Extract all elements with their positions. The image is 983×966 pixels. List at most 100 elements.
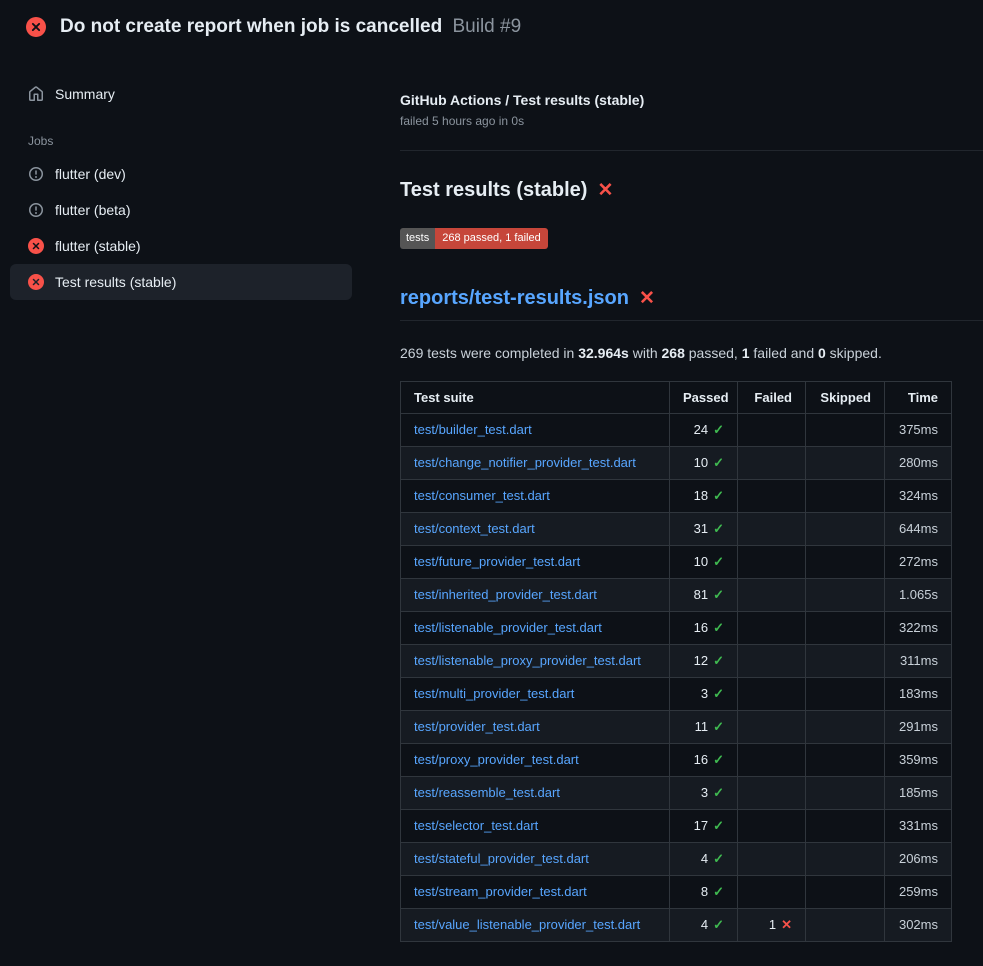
check-icon: ✓ bbox=[713, 521, 724, 536]
test-suite-link[interactable]: test/inherited_provider_test.dart bbox=[414, 587, 597, 602]
passed-cell: 18 ✓ bbox=[670, 479, 738, 512]
report-file-link[interactable]: reports/test-results.json bbox=[400, 287, 629, 310]
report-heading: reports/test-results.json ✕ bbox=[400, 287, 983, 321]
test-suite-cell: test/stream_provider_test.dart bbox=[401, 875, 670, 908]
test-suite-link[interactable]: test/provider_test.dart bbox=[414, 719, 540, 734]
skipped-cell bbox=[806, 875, 885, 908]
passed-count: 12 bbox=[694, 653, 708, 668]
passed-cell: 11✓ bbox=[670, 710, 738, 743]
passed-count: 10 bbox=[694, 455, 708, 470]
passed-count: 18 bbox=[694, 488, 708, 503]
check-icon: ✓ bbox=[713, 488, 724, 503]
test-suite-link[interactable]: test/stream_provider_test.dart bbox=[414, 884, 587, 899]
test-suite-link[interactable]: test/builder_test.dart bbox=[414, 422, 532, 437]
check-icon: ✓ bbox=[713, 686, 724, 701]
skipped-cell bbox=[806, 677, 885, 710]
test-suite-link[interactable]: test/reassemble_test.dart bbox=[414, 785, 560, 800]
test-suite-link[interactable]: test/change_notifier_provider_test.dart bbox=[414, 455, 636, 470]
build-number: Build #9 bbox=[452, 16, 521, 37]
passed-cell: 10 ✓ bbox=[670, 446, 738, 479]
passed-count: 3 bbox=[701, 785, 708, 800]
test-suite-link[interactable]: test/consumer_test.dart bbox=[414, 488, 550, 503]
results-table: Test suite Passed Failed Skipped Time te… bbox=[400, 381, 952, 942]
test-suite-cell: test/selector_test.dart bbox=[401, 809, 670, 842]
passed-count: 4 bbox=[701, 917, 708, 932]
passed-count: 24 bbox=[694, 422, 708, 437]
test-suite-link[interactable]: test/context_test.dart bbox=[414, 521, 535, 536]
time-cell: 259ms bbox=[885, 875, 952, 908]
sidebar-item-summary[interactable]: Summary bbox=[10, 76, 352, 112]
failed-cell bbox=[738, 611, 806, 644]
test-suite-link[interactable]: test/proxy_provider_test.dart bbox=[414, 752, 579, 767]
summary-skipped-count: 0 bbox=[818, 345, 826, 361]
time-cell: 375ms bbox=[885, 413, 952, 446]
check-icon: ✓ bbox=[713, 917, 724, 932]
test-suite-link[interactable]: test/multi_provider_test.dart bbox=[414, 686, 574, 701]
sidebar-job-item[interactable]: flutter (beta) bbox=[10, 192, 352, 228]
sidebar-job-item[interactable]: Test results (stable) bbox=[10, 264, 352, 300]
failed-cell bbox=[738, 710, 806, 743]
passed-cell: 17✓ bbox=[670, 809, 738, 842]
tests-summary-line: 269 tests were completed in 32.964s with… bbox=[400, 345, 983, 361]
table-row: test/reassemble_test.dart 3✓ 185ms bbox=[401, 776, 952, 809]
check-icon: ✓ bbox=[713, 455, 724, 470]
test-suite-cell: test/proxy_provider_test.dart bbox=[401, 743, 670, 776]
test-suite-link[interactable]: test/stateful_provider_test.dart bbox=[414, 851, 589, 866]
passed-cell: 12 ✓ bbox=[670, 644, 738, 677]
check-icon: ✓ bbox=[713, 422, 724, 437]
passed-cell: 24 ✓ bbox=[670, 413, 738, 446]
passed-count: 17 bbox=[694, 818, 708, 833]
divider bbox=[400, 150, 983, 151]
test-suite-cell: test/value_listenable_provider_test.dart bbox=[401, 908, 670, 941]
table-row: test/listenable_proxy_provider_test.dart… bbox=[401, 644, 952, 677]
time-cell: 291ms bbox=[885, 710, 952, 743]
sidebar-job-item[interactable]: flutter (dev) bbox=[10, 156, 352, 192]
failed-cell bbox=[738, 545, 806, 578]
failed-status-circle-icon bbox=[26, 17, 46, 37]
passed-cell: 4✓ bbox=[670, 908, 738, 941]
checks-page: Do not create report when job is cancell… bbox=[0, 0, 983, 966]
check-icon: ✓ bbox=[713, 653, 724, 668]
time-cell: 183ms bbox=[885, 677, 952, 710]
skipped-cell bbox=[806, 413, 885, 446]
failed-cell bbox=[738, 875, 806, 908]
passed-cell: 8✓ bbox=[670, 875, 738, 908]
test-suite-link[interactable]: test/listenable_proxy_provider_test.dart bbox=[414, 653, 641, 668]
col-header-passed: Passed bbox=[670, 381, 738, 413]
skipped-cell bbox=[806, 776, 885, 809]
test-suite-link[interactable]: test/future_provider_test.dart bbox=[414, 554, 580, 569]
test-suite-link[interactable]: test/listenable_provider_test.dart bbox=[414, 620, 602, 635]
test-suite-cell: test/multi_provider_test.dart bbox=[401, 677, 670, 710]
skipped-cell bbox=[806, 743, 885, 776]
passed-count: 4 bbox=[701, 851, 708, 866]
test-suite-link[interactable]: test/value_listenable_provider_test.dart bbox=[414, 917, 640, 932]
table-row: test/listenable_provider_test.dart 16✓ 3… bbox=[401, 611, 952, 644]
job-label: flutter (dev) bbox=[55, 166, 126, 182]
passed-count: 3 bbox=[701, 686, 708, 701]
passed-count: 11 bbox=[695, 719, 709, 734]
test-suite-cell: test/inherited_provider_test.dart bbox=[401, 578, 670, 611]
failed-count: 1 bbox=[769, 917, 776, 932]
summary-failed-count: 1 bbox=[742, 345, 750, 361]
test-suite-cell: test/listenable_provider_test.dart bbox=[401, 611, 670, 644]
col-header-skipped: Skipped bbox=[806, 381, 885, 413]
test-suite-cell: test/change_notifier_provider_test.dart bbox=[401, 446, 670, 479]
failed-cell bbox=[738, 809, 806, 842]
time-cell: 359ms bbox=[885, 743, 952, 776]
test-suite-link[interactable]: test/selector_test.dart bbox=[414, 818, 538, 833]
badge-label: tests bbox=[400, 228, 435, 249]
sidebar-job-item[interactable]: flutter (stable) bbox=[10, 228, 352, 264]
time-cell: 185ms bbox=[885, 776, 952, 809]
passed-count: 16 bbox=[694, 620, 708, 635]
table-row: test/stateful_provider_test.dart 4✓ 206m… bbox=[401, 842, 952, 875]
passed-count: 31 bbox=[694, 521, 708, 536]
skipped-cell bbox=[806, 809, 885, 842]
job-label: flutter (beta) bbox=[55, 202, 130, 218]
test-suite-cell: test/future_provider_test.dart bbox=[401, 545, 670, 578]
summary-duration: 32.964s bbox=[578, 345, 629, 361]
job-label: flutter (stable) bbox=[55, 238, 141, 254]
failed-cell bbox=[738, 446, 806, 479]
skipped-cell bbox=[806, 479, 885, 512]
summary-text: with bbox=[629, 345, 662, 361]
sidebar-jobs: flutter (dev) flutter (beta) flutter (st… bbox=[10, 156, 352, 300]
